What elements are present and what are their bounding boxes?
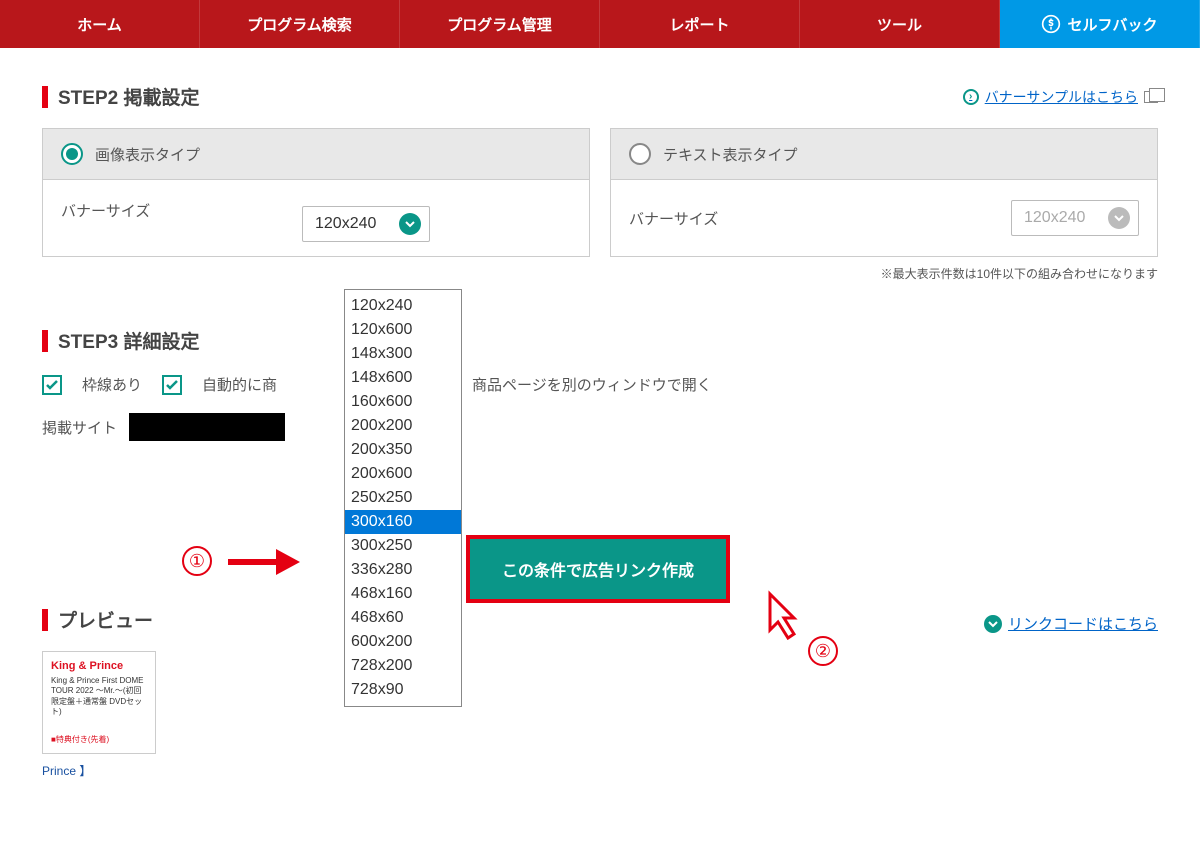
dropdown-item[interactable]: 468x60 [345, 606, 461, 630]
image-panel-header[interactable]: 画像表示タイプ [43, 129, 589, 180]
nav-selfback-label: セルフバック [1067, 14, 1157, 35]
step3-title: STEP3 詳細設定 [58, 327, 199, 354]
dropdown-item[interactable]: 120x600 [345, 318, 461, 342]
dropdown-item[interactable]: 728x90 [345, 678, 461, 702]
banner-sample-label: バナーサンプルはこちら [985, 87, 1138, 107]
link-code-link[interactable]: リンクコードはこちら [984, 613, 1158, 634]
main-content: STEP2 掲載設定 › バナーサンプルはこちら 画像表示タイプ バナーサイズ … [0, 48, 1200, 814]
auto-label: 自動的に商 [202, 374, 277, 395]
step2-header: STEP2 掲載設定 › バナーサンプルはこちら [42, 83, 1158, 110]
arrow-right-icon [224, 545, 300, 579]
nav-report[interactable]: レポート [600, 0, 800, 48]
dropdown-item[interactable]: 200x600 [345, 462, 461, 486]
new-window-label: 商品ページを別のウィンドウで開く [472, 374, 712, 395]
step3-section: STEP3 詳細設定 枠線あり 自動的に商 商品ページを別のウィンドウで開く 掲… [42, 327, 1158, 441]
dropdown-item[interactable]: 600x200 [345, 630, 461, 654]
chevron-down-icon [984, 615, 1002, 633]
checkbox-border[interactable] [42, 375, 62, 395]
select-value-right: 120x240 [1024, 209, 1085, 226]
max-items-note: ※最大表示件数は10件以下の組み合わせになります [42, 265, 1158, 282]
chevron-right-icon: › [963, 89, 979, 105]
dropdown-item[interactable]: 336x280 [345, 558, 461, 582]
image-panel-body: バナーサイズ 120x240 [43, 180, 589, 241]
selfback-icon [1041, 14, 1061, 34]
dropdown-item[interactable]: 200x200 [345, 414, 461, 438]
dropdown-item[interactable]: 120x240 [345, 294, 461, 318]
arrow-cursor-icon [754, 590, 804, 640]
border-label: 枠線あり [82, 374, 142, 395]
site-row: 掲載サイト [42, 413, 1158, 441]
image-type-label: 画像表示タイプ [95, 144, 200, 165]
radio-text-type[interactable] [629, 143, 651, 165]
red-bar-icon [42, 330, 48, 352]
preview-title: プレビュー [58, 606, 153, 633]
text-type-label: テキスト表示タイプ [663, 144, 798, 165]
red-bar-icon [42, 86, 48, 108]
banner-size-dropdown: 120x240120x600148x300148x600160x600200x2… [344, 289, 462, 707]
red-bar-icon [42, 609, 48, 631]
external-link-icon [1144, 91, 1158, 103]
checkbox-auto[interactable] [162, 375, 182, 395]
chevron-down-icon [399, 213, 421, 235]
checkbox-row: 枠線あり 自動的に商 商品ページを別のウィンドウで開く [42, 374, 1158, 395]
text-panel-header[interactable]: テキスト表示タイプ [611, 129, 1157, 180]
preview-card-badge: ■特典付き(先着) [51, 734, 147, 745]
preview-card-foot: Prince 】 [42, 762, 1158, 779]
dropdown-item[interactable]: 728x200 [345, 654, 461, 678]
banner-size-select-left[interactable]: 120x240 [302, 206, 430, 242]
display-type-panels: 画像表示タイプ バナーサイズ 120x240 テキスト表示タイプ バナーサイズ [42, 128, 1158, 257]
dropdown-item[interactable]: 250x250 [345, 486, 461, 510]
nav-program-search[interactable]: プログラム検索 [200, 0, 400, 48]
dropdown-item[interactable]: 148x300 [345, 342, 461, 366]
link-code-label: リンクコードはこちら [1008, 613, 1158, 634]
dropdown-item[interactable]: 468x160 [345, 582, 461, 606]
step2-title: STEP2 掲載設定 [58, 83, 199, 110]
preview-card: King & Prince King & Prince First DOME T… [42, 651, 156, 754]
annotation-1: ① [182, 546, 212, 576]
site-label: 掲載サイト [42, 417, 117, 438]
annotation-2: ② [808, 636, 838, 666]
banner-size-label-right: バナーサイズ [629, 208, 718, 229]
step3-header: STEP3 詳細設定 [42, 327, 1158, 354]
nav-tool[interactable]: ツール [800, 0, 1000, 48]
preview-card-title: King & Prince [51, 660, 147, 672]
select-value-left: 120x240 [315, 215, 376, 232]
nav-program-manage[interactable]: プログラム管理 [400, 0, 600, 48]
nav-home[interactable]: ホーム [0, 0, 200, 48]
nav-selfback[interactable]: セルフバック [1000, 0, 1200, 48]
dropdown-item[interactable]: 300x160 [345, 510, 461, 534]
image-display-panel: 画像表示タイプ バナーサイズ 120x240 [42, 128, 590, 257]
top-navigation: ホーム プログラム検索 プログラム管理 レポート ツール セルフバック [0, 0, 1200, 48]
text-display-panel: テキスト表示タイプ バナーサイズ 120x240 [610, 128, 1158, 257]
dropdown-item[interactable]: 200x350 [345, 438, 461, 462]
chevron-down-icon [1108, 207, 1130, 229]
preview-card-subtitle: King & Prince First DOME TOUR 2022 〜Mr.〜… [51, 676, 147, 718]
banner-size-select-right: 120x240 [1011, 200, 1139, 236]
dropdown-item[interactable]: 160x600 [345, 390, 461, 414]
create-ad-link-button[interactable]: この条件で広告リンク作成 [470, 539, 726, 599]
banner-size-label-left: バナーサイズ [61, 200, 150, 221]
banner-sample-link[interactable]: › バナーサンプルはこちら [963, 87, 1158, 107]
dropdown-item[interactable]: 148x600 [345, 366, 461, 390]
site-select-redacted[interactable] [129, 413, 285, 441]
dropdown-item[interactable]: 300x250 [345, 534, 461, 558]
text-panel-body: バナーサイズ 120x240 [611, 180, 1157, 256]
radio-image-type[interactable] [61, 143, 83, 165]
